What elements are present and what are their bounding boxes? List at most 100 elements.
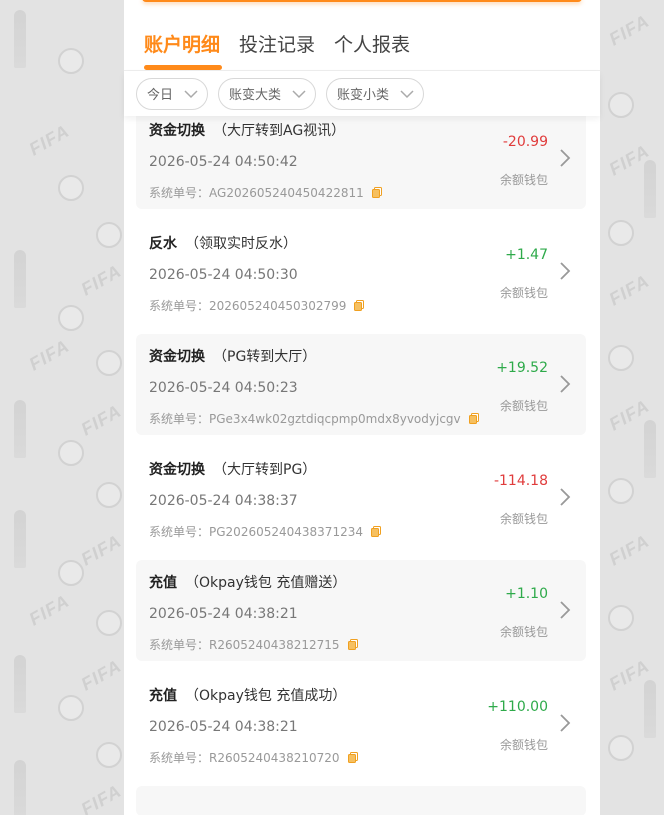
record-amount: +110.00 — [487, 699, 548, 715]
fifa-watermark: FIFA — [605, 10, 653, 50]
order-number: R2605240438212715 — [209, 637, 340, 652]
record-wallet: 余额钱包 — [499, 738, 548, 752]
record-wallet: 余额钱包 — [499, 512, 548, 526]
record-amount: +1.47 — [505, 247, 548, 263]
fifa-watermark: FIFA — [77, 530, 125, 570]
trophy-watermark-icon — [644, 420, 656, 478]
record-type: 充值 — [149, 688, 177, 704]
fifa-watermark: FIFA — [605, 530, 653, 570]
trophy-watermark-icon — [14, 250, 26, 308]
tab-account-details[interactable]: 账户明细 — [144, 14, 223, 70]
record-time: 2026-05-24 04:38:21 — [149, 719, 298, 735]
record-order: 系统单号： R2605240438210720 — [149, 749, 358, 766]
record-order: 系统单号： R2605240438212715 — [149, 636, 358, 653]
account-details-panel: 账户明细 投注记录 个人报表 今日 账变大类 账变小类 资金切换 （大厅转到AG视… — [124, 0, 600, 815]
football-watermark-icon — [58, 175, 84, 201]
record-wallet: 余额钱包 — [499, 399, 548, 413]
filter-category-dropdown[interactable]: 账变大类 — [218, 77, 317, 110]
trophy-watermark-icon — [14, 655, 26, 713]
fifa-watermark: FIFA — [605, 270, 653, 310]
record-title: 充值 （Okpay钱包 充值赠送） — [149, 572, 346, 592]
football-watermark-icon — [608, 92, 634, 118]
record-type: 资金切换 — [149, 349, 205, 365]
fifa-watermark: FIFA — [77, 780, 125, 815]
list-item[interactable]: 资金切换 （大厅转到AG视讯） 2026-05-24 04:50:42 系统单号：… — [136, 108, 586, 209]
trophy-watermark-icon — [644, 160, 656, 218]
football-watermark-icon — [58, 695, 84, 721]
filter-subcategory-dropdown[interactable]: 账变小类 — [326, 77, 425, 110]
record-detail: （PG转到大厅） — [213, 349, 317, 365]
list-item[interactable]: 资金切换 （大厅转到PG） 2026-05-24 04:38:37 系统单号： PG… — [136, 447, 586, 548]
order-number: R2605240438210720 — [209, 750, 340, 765]
fifa-watermark: FIFA — [25, 590, 73, 630]
order-number: PG202605240438371234 — [209, 524, 363, 539]
record-type: 反水 — [149, 236, 177, 252]
list-item[interactable]: 反水 （领取实时反水） 2026-05-24 04:50:30 系统单号： 2026… — [136, 221, 586, 322]
list-item[interactable]: 充值 （Okpay钱包 充值赠送） 2026-05-24 04:38:21 系统单… — [136, 560, 586, 661]
football-watermark-icon — [96, 610, 122, 636]
football-watermark-icon — [96, 482, 122, 508]
record-title: 反水 （领取实时反水） — [149, 233, 297, 253]
copy-icon[interactable] — [370, 526, 381, 537]
copy-icon[interactable] — [347, 639, 358, 650]
record-time: 2026-05-24 04:50:23 — [149, 380, 298, 396]
football-watermark-icon — [608, 735, 634, 761]
list-item[interactable]: 资金切换 （PG转到大厅） 2026-05-24 04:50:23 系统单号： PG… — [136, 334, 586, 435]
fifa-watermark: FIFA — [25, 335, 73, 375]
football-watermark-icon — [58, 560, 84, 586]
chevron-right-icon — [560, 262, 571, 280]
order-label: 系统单号： — [149, 299, 210, 313]
fifa-watermark: FIFA — [77, 655, 125, 695]
list-item[interactable] — [136, 786, 586, 815]
chevron-right-icon — [560, 375, 571, 393]
trophy-watermark-icon — [14, 510, 26, 568]
order-label: 系统单号： — [149, 525, 210, 539]
record-title: 资金切换 （大厅转到AG视讯） — [149, 120, 345, 140]
record-amount: +19.52 — [496, 360, 548, 376]
record-order: 系统单号： 202605240450302799 — [149, 297, 365, 314]
record-detail: （大厅转到PG） — [213, 462, 317, 478]
record-title: 资金切换 （大厅转到PG） — [149, 459, 316, 479]
order-number: 202605240450302799 — [209, 298, 347, 313]
football-watermark-icon — [608, 478, 634, 504]
record-wallet: 余额钱包 — [499, 625, 548, 639]
order-label: 系统单号： — [149, 638, 210, 652]
filter-category-label: 账变大类 — [229, 88, 282, 103]
record-amount: -20.99 — [502, 134, 548, 150]
order-number: PGe3x4wk02gztdiqcpmp0mdx8yvodyjcgv — [209, 411, 461, 426]
chevron-down-icon — [292, 89, 306, 98]
chevron-right-icon — [560, 601, 571, 619]
record-title: 充值 （Okpay钱包 充值成功） — [149, 685, 346, 705]
record-type: 充值 — [149, 575, 177, 591]
record-detail: （Okpay钱包 充值成功） — [185, 688, 347, 704]
filter-date-dropdown[interactable]: 今日 — [136, 77, 209, 110]
chevron-down-icon — [184, 89, 198, 98]
filter-subcategory-label: 账变小类 — [337, 88, 390, 103]
transaction-list: 资金切换 （大厅转到AG视讯） 2026-05-24 04:50:42 系统单号：… — [136, 108, 586, 815]
record-amount: -114.18 — [493, 473, 548, 489]
football-watermark-icon — [96, 350, 122, 376]
copy-icon[interactable] — [354, 300, 365, 311]
filter-date-label: 今日 — [147, 88, 174, 103]
trophy-watermark-icon — [14, 10, 26, 68]
chevron-down-icon — [400, 89, 414, 98]
record-detail: （领取实时反水） — [185, 236, 297, 252]
copy-icon[interactable] — [371, 187, 382, 198]
list-item[interactable]: 充值 （Okpay钱包 充值成功） 2026-05-24 04:38:21 系统单… — [136, 673, 586, 774]
record-title: 资金切换 （PG转到大厅） — [149, 346, 316, 366]
chevron-right-icon — [560, 488, 571, 506]
copy-icon[interactable] — [468, 413, 479, 424]
record-type: 资金切换 — [149, 462, 205, 478]
fifa-watermark: FIFA — [25, 120, 73, 160]
trophy-watermark-icon — [14, 400, 26, 458]
record-order: 系统单号： AG202605240450422811 — [149, 184, 382, 201]
trophy-watermark-icon — [14, 760, 26, 815]
fifa-watermark: FIFA — [605, 140, 653, 180]
copy-icon[interactable] — [347, 752, 358, 763]
tab-personal-report[interactable]: 个人报表 — [334, 14, 410, 70]
football-watermark-icon — [58, 440, 84, 466]
tab-bet-records[interactable]: 投注记录 — [239, 14, 315, 70]
record-amount: +1.10 — [505, 586, 548, 602]
record-detail: （大厅转到AG视讯） — [213, 123, 346, 139]
record-order: 系统单号： PG202605240438371234 — [149, 523, 381, 540]
